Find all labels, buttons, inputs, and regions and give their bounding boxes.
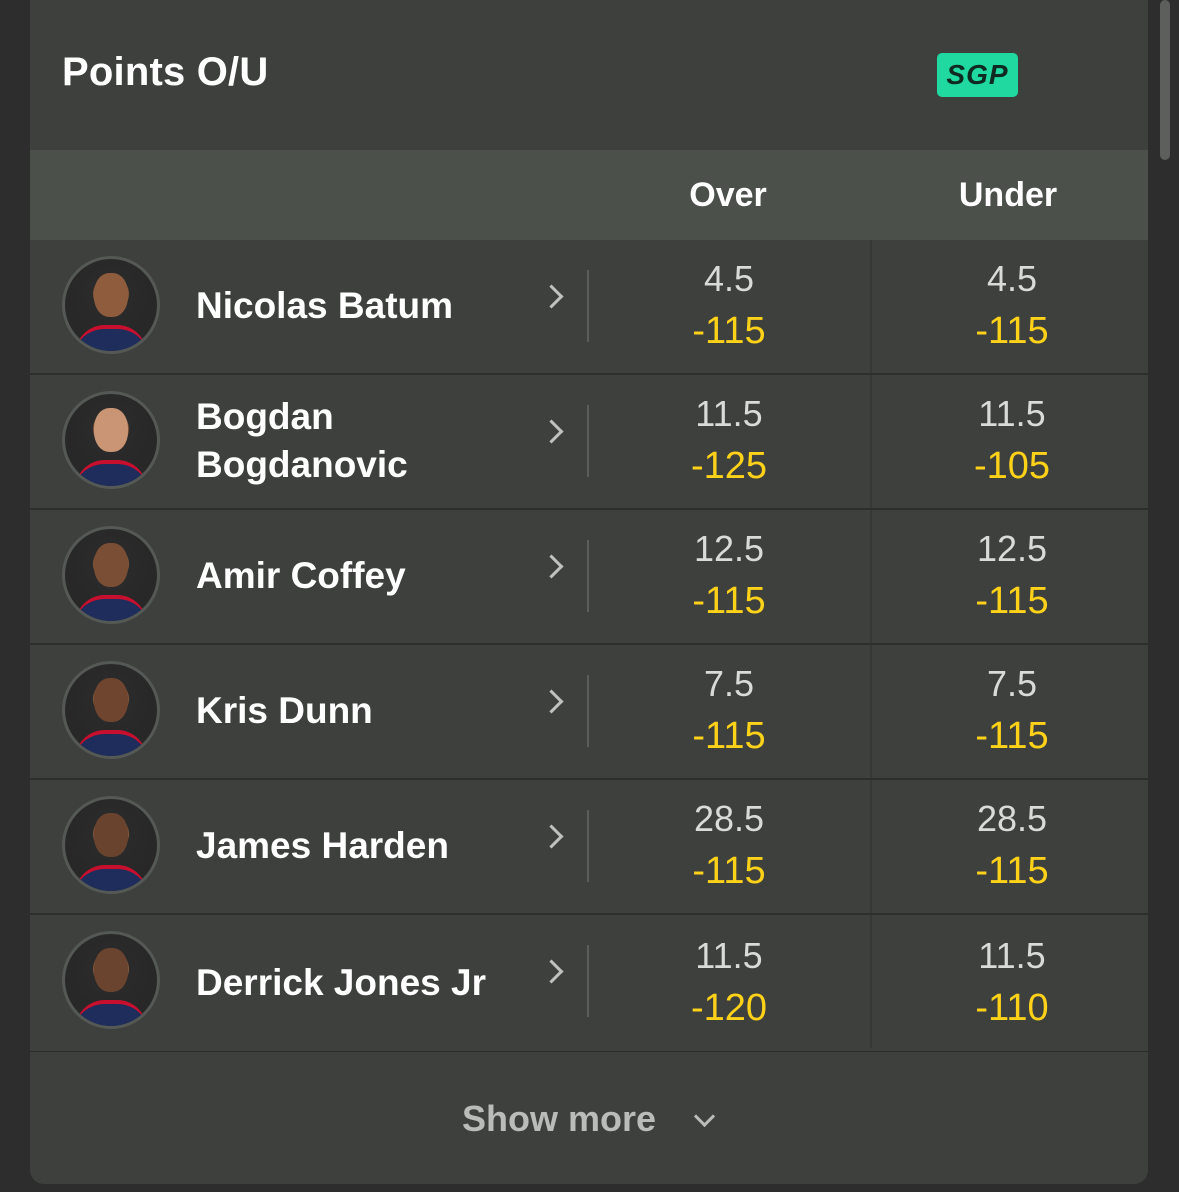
under-column-label: Under (958, 176, 1058, 214)
under-odds-button[interactable]: 11.5 -110 (870, 915, 1148, 1048)
under-line: 11.5 (978, 935, 1046, 976)
over-price: -115 (692, 850, 766, 892)
over-line: 11.5 (695, 393, 763, 434)
under-price: -105 (973, 445, 1051, 487)
over-price: -125 (690, 445, 768, 487)
chevron-right-icon[interactable] (539, 689, 564, 714)
player-name[interactable]: Kris Dunn (196, 687, 526, 735)
over-line: 4.5 (703, 258, 755, 299)
under-line: 7.5 (986, 663, 1038, 704)
over-odds-button[interactable]: 28.5 -115 (589, 780, 869, 913)
over-column-label: Over (689, 176, 767, 214)
over-line: 7.5 (703, 663, 755, 704)
under-price: -115 (975, 310, 1049, 352)
player-name[interactable]: Derrick Jones Jr (196, 959, 526, 1007)
player-row: James Harden 28.5 -115 28.5 -115 (30, 780, 1148, 915)
over-odds-button[interactable]: 12.5 -115 (589, 510, 869, 643)
player-name[interactable]: James Harden (196, 822, 526, 870)
over-line: 28.5 (693, 798, 765, 839)
over-line: 11.5 (695, 935, 763, 976)
under-line: 4.5 (986, 258, 1038, 299)
chevron-down-icon (693, 1105, 716, 1128)
player-name[interactable]: Bogdan Bogdanovic (196, 393, 526, 489)
player-avatar (62, 661, 160, 759)
chevron-right-icon[interactable] (539, 284, 564, 309)
over-price: -115 (692, 715, 766, 757)
over-odds-button[interactable]: 11.5 -120 (589, 915, 869, 1048)
player-name[interactable]: Amir Coffey (196, 552, 526, 600)
under-price: -115 (975, 850, 1049, 892)
under-price: -115 (975, 580, 1049, 622)
over-odds-button[interactable]: 4.5 -115 (589, 240, 869, 373)
under-odds-button[interactable]: 11.5 -105 (870, 375, 1148, 508)
under-odds-button[interactable]: 4.5 -115 (870, 240, 1148, 373)
sgp-badge[interactable]: SGP (937, 53, 1018, 97)
player-row: Amir Coffey 12.5 -115 12.5 -115 (30, 510, 1148, 645)
over-odds-button[interactable]: 11.5 -125 (589, 375, 869, 508)
chevron-right-icon[interactable] (539, 959, 564, 984)
under-odds-button[interactable]: 7.5 -115 (870, 645, 1148, 778)
player-row: Kris Dunn 7.5 -115 7.5 -115 (30, 645, 1148, 780)
player-avatar (62, 526, 160, 624)
under-price: -115 (975, 715, 1049, 757)
player-row: Derrick Jones Jr 11.5 -120 11.5 -110 (30, 915, 1148, 1054)
scrollbar[interactable] (1160, 0, 1170, 160)
under-price: -110 (975, 987, 1049, 1029)
player-row: Bogdan Bogdanovic 11.5 -125 11.5 -105 (30, 375, 1148, 510)
market-title: Points O/U (62, 50, 269, 94)
player-name[interactable]: Nicolas Batum (196, 282, 526, 330)
chevron-right-icon[interactable] (539, 824, 564, 849)
points-market-card: Points O/U SGP Over Under Nicolas Batum … (30, 0, 1148, 1184)
over-price: -115 (692, 580, 766, 622)
under-line: 11.5 (978, 393, 1046, 434)
show-more-button[interactable]: Show more (30, 1052, 1148, 1184)
under-odds-button[interactable]: 12.5 -115 (870, 510, 1148, 643)
player-rows: Nicolas Batum 4.5 -115 4.5 -115 Bogdan B… (30, 240, 1148, 1054)
under-odds-button[interactable]: 28.5 -115 (870, 780, 1148, 913)
player-avatar (62, 256, 160, 354)
player-row: Nicolas Batum 4.5 -115 4.5 -115 (30, 240, 1148, 375)
player-avatar (62, 931, 160, 1029)
under-line: 12.5 (976, 528, 1048, 569)
under-line: 28.5 (976, 798, 1048, 839)
card-header: Points O/U SGP (30, 0, 1148, 150)
player-avatar (62, 796, 160, 894)
player-avatar (62, 391, 160, 489)
over-line: 12.5 (693, 528, 765, 569)
over-price: -120 (690, 987, 768, 1029)
column-header: Over Under (30, 150, 1148, 240)
over-price: -115 (692, 310, 766, 352)
chevron-right-icon[interactable] (539, 554, 564, 579)
over-odds-button[interactable]: 7.5 -115 (589, 645, 869, 778)
chevron-right-icon[interactable] (539, 419, 564, 444)
show-more-label: Show more (462, 1098, 657, 1139)
